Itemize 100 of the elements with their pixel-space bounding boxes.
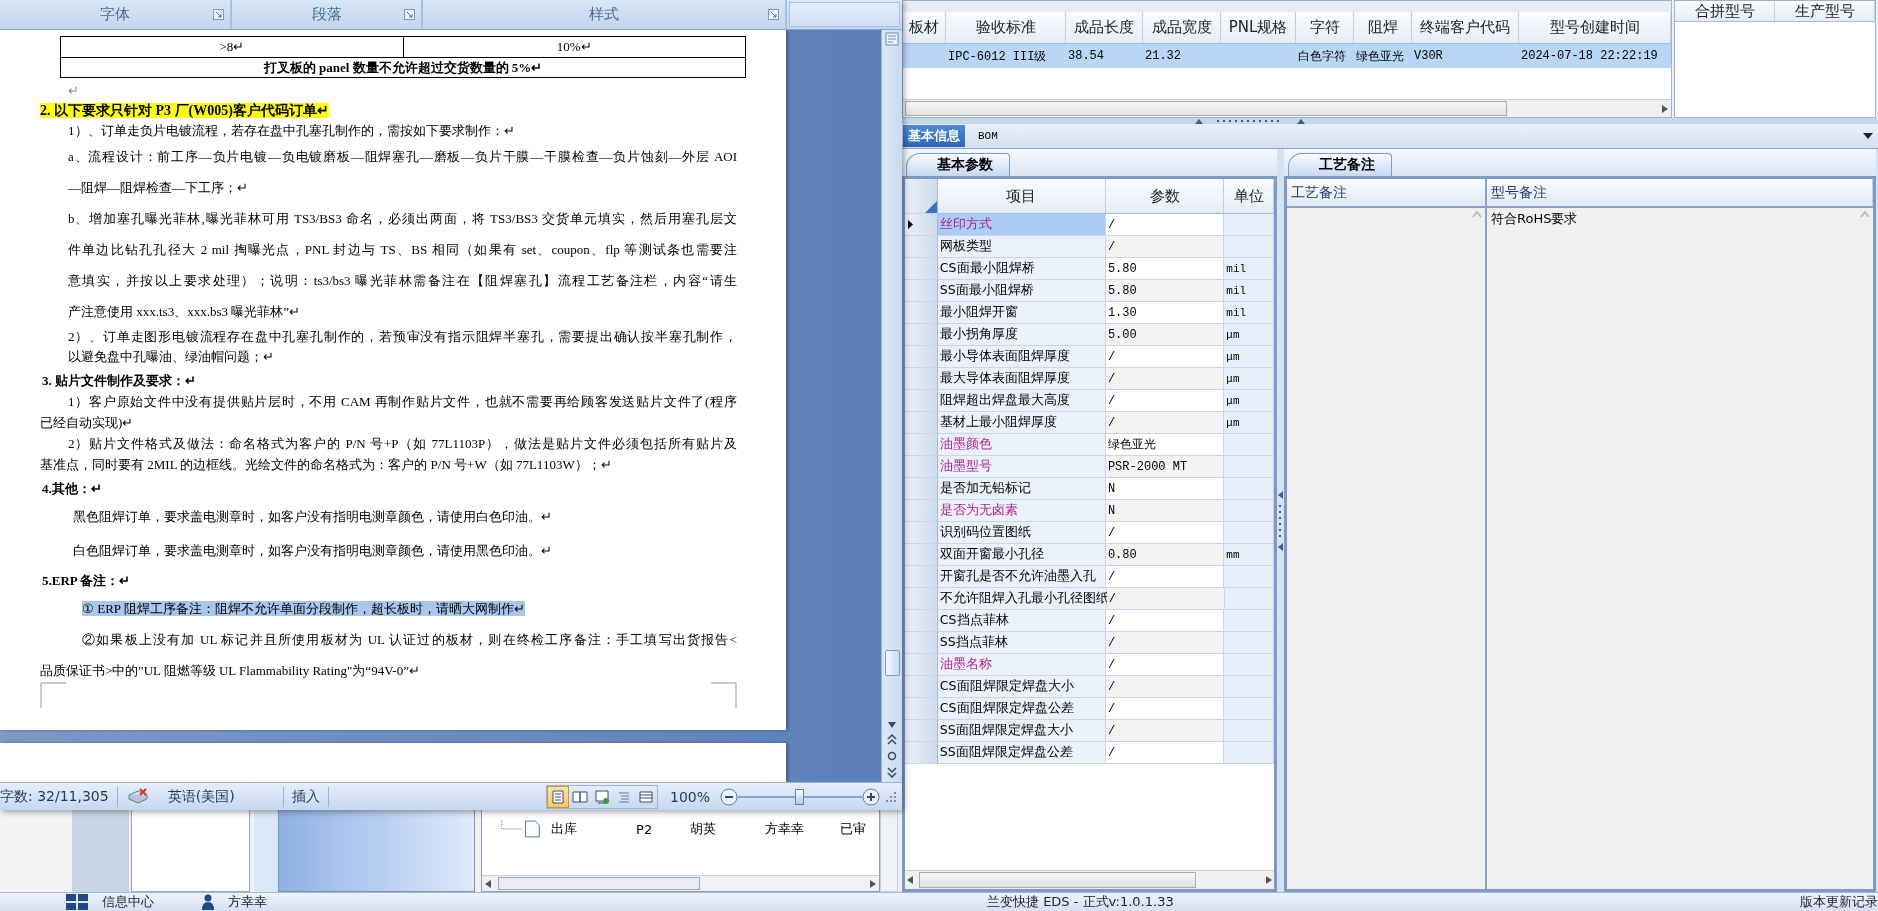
table-cell bbox=[1224, 654, 1274, 676]
status-item[interactable]: 方幸幸 bbox=[228, 893, 267, 911]
view-button[interactable] bbox=[546, 785, 569, 808]
horizontal-scrollbar[interactable] bbox=[905, 870, 1274, 889]
table-cell: / bbox=[1105, 522, 1225, 544]
word-count[interactable]: 字数: 32/11,305 bbox=[0, 787, 109, 806]
list-item[interactable]: 出库 bbox=[551, 820, 637, 838]
table-cell: μm bbox=[1224, 390, 1274, 412]
dialog-launcher-icon[interactable] bbox=[404, 9, 415, 20]
horizontal-scrollbar[interactable] bbox=[482, 875, 879, 891]
tab[interactable]: 基本参数 bbox=[906, 153, 1010, 176]
tab[interactable]: 工艺备注 bbox=[1288, 153, 1392, 176]
vertical-scrollbar[interactable] bbox=[881, 30, 902, 782]
column-header[interactable]: 成品长度 bbox=[1066, 12, 1143, 43]
table-cell: / bbox=[1105, 214, 1225, 236]
selected-paragraph: ① ERP 阻焊工序备注：阻焊不允许单面分段制作，超长板时，请晒大网制作↵ bbox=[81, 600, 526, 618]
table-cell: / bbox=[1105, 236, 1225, 258]
scroll-thumb[interactable] bbox=[905, 101, 1507, 116]
resize-grip-icon[interactable] bbox=[884, 789, 898, 804]
table-cell: SS挡点菲林 bbox=[937, 632, 1106, 654]
scroll-thumb[interactable] bbox=[919, 872, 1196, 888]
dialog-launcher-icon[interactable] bbox=[768, 9, 779, 20]
splitter-grip-icon[interactable] bbox=[1195, 118, 1305, 124]
row-header[interactable] bbox=[905, 214, 938, 236]
horizontal-scrollbar[interactable] bbox=[903, 99, 1671, 117]
zoom-in-icon[interactable] bbox=[862, 787, 880, 806]
vertical-scrollbar[interactable] bbox=[880, 809, 898, 892]
table-cell-text: IPC-6012 III级 bbox=[947, 48, 1048, 66]
table-cell: 油墨颜色 bbox=[937, 434, 1106, 456]
table-cell: 5.00 bbox=[1105, 324, 1225, 346]
column-header[interactable]: 合拼型号 bbox=[1675, 1, 1775, 21]
table-cell: 油墨型号 bbox=[937, 456, 1106, 478]
table-cell: μm bbox=[1224, 412, 1274, 434]
table-cell-text: V30R bbox=[1413, 48, 1444, 65]
grid-icon[interactable] bbox=[66, 894, 90, 910]
person-icon[interactable] bbox=[200, 894, 216, 910]
splitter-grip-icon[interactable] bbox=[1278, 490, 1283, 551]
paragraph: 2）贴片文件格式及做法：命名格式为客户的 P/N 号+P（如 77L1103P），做法是贴片文件必须包括所有贴片及 基准点，同时要有 2MIL 的边框线。光绘文件的命名格式为：客户的 P/N 号+W（如 77L1103W）；↵ bbox=[40, 435, 737, 474]
column-header[interactable]: 验收标准 bbox=[946, 12, 1066, 43]
scroll-up-icon[interactable] bbox=[1471, 210, 1483, 218]
tab[interactable]: BOM bbox=[973, 125, 1003, 147]
insert-mode-indicator[interactable]: 插入 bbox=[291, 787, 320, 806]
column-header[interactable]: PNL规格 bbox=[1221, 12, 1296, 43]
table-cell: CS挡点菲林 bbox=[937, 610, 1106, 632]
scroll-left-icon[interactable] bbox=[484, 878, 492, 889]
table-cell: mil bbox=[1224, 258, 1274, 280]
paragraph: 黑色阻焊订单，要求盖电测章时，如客户没有指明电测章颜色，请使用白色印油。↵ bbox=[72, 508, 553, 526]
subsection-heading: 3. 贴片文件制作及要求：↵ bbox=[41, 372, 197, 390]
corner-mark bbox=[40, 682, 66, 708]
zoom-level[interactable]: 100% bbox=[669, 788, 710, 805]
column-header[interactable]: 成品宽度 bbox=[1143, 12, 1221, 43]
table-cell: 5.80 bbox=[1105, 258, 1225, 280]
table-cell bbox=[1224, 632, 1274, 654]
zoom-slider[interactable] bbox=[738, 788, 862, 805]
table-cell: 基材上最小阻焊厚度 bbox=[937, 412, 1106, 434]
table-cell: / bbox=[1105, 632, 1225, 654]
table-row[interactable]: IPC-6012 III级 38.54 21.32 白色字符 绿色亚光 V30R 2024-07-18 22:22:19 bbox=[903, 44, 1671, 68]
table-cell: N bbox=[1105, 478, 1225, 500]
table-cell: / bbox=[1105, 346, 1225, 368]
scroll-thumb[interactable] bbox=[884, 650, 900, 676]
column-header[interactable]: 阻焊 bbox=[1354, 12, 1412, 43]
table-cell: 绿色亚光 bbox=[1105, 434, 1225, 456]
table-cell: 是否加无铅标记 bbox=[937, 478, 1106, 500]
table-cell: 0.80 bbox=[1105, 544, 1225, 566]
dialog-launcher-icon[interactable] bbox=[213, 9, 224, 20]
zoom-out-icon[interactable] bbox=[720, 787, 738, 806]
scroll-up-icon[interactable] bbox=[1859, 210, 1871, 218]
scroll-thumb[interactable] bbox=[498, 877, 700, 890]
table-cell: CS面阻焊限定焊盘大小 bbox=[937, 676, 1106, 698]
paragraph: b、增加塞孔曝光菲林,曝光菲林可用 TS3/BS3 命名，必须出两面，将 TS3/BS3 交货单元填实，然后用塞孔层文 件单边比钻孔孔径大 2 mil 掏曝光点，PNL 封边与 TS、BS 相同（如果有 set、coupon、flp 等测试条也需要注 意填实，并按以上要求处理）；说明：ts3/bs3 曝光菲林需备注在【阻焊塞孔】流程工艺备注栏，内容“请生 产注意使用 xxx.ts3、xxx.bs3 曝光菲林”↵ bbox=[67, 210, 737, 321]
ruler-icon[interactable] bbox=[884, 30, 900, 48]
corner-icon bbox=[924, 201, 937, 213]
section-heading: 2. 以下要求只针对 P3 厂(W005)客户代码订单↵ bbox=[40, 102, 330, 120]
scroll-right-icon[interactable] bbox=[869, 878, 877, 889]
table-cell: 最小拐角厚度 bbox=[937, 324, 1106, 346]
update-log-link[interactable]: 版本更新记录 bbox=[1800, 893, 1878, 911]
column-header[interactable]: 字符 bbox=[1296, 12, 1354, 43]
column-header: 工艺备注 bbox=[1287, 179, 1487, 206]
table-cell: μm bbox=[1224, 346, 1274, 368]
table-cell bbox=[1224, 522, 1274, 544]
column-header[interactable]: 终端客户代码 bbox=[1412, 12, 1519, 43]
row-pointer-icon bbox=[908, 220, 913, 229]
table-cell: / bbox=[1105, 698, 1225, 720]
tab[interactable]: 基本信息 bbox=[903, 125, 965, 147]
table-cell: mm bbox=[1224, 544, 1274, 566]
slider-thumb[interactable] bbox=[795, 788, 804, 805]
dropdown-arrow-icon[interactable] bbox=[1862, 132, 1874, 140]
column-header[interactable]: 板材 bbox=[903, 12, 946, 43]
table-cell-text: 白色字符 bbox=[1297, 48, 1347, 66]
scroll-left-icon[interactable] bbox=[905, 875, 915, 885]
status-item[interactable]: 信息中心 bbox=[102, 893, 154, 911]
language-indicator[interactable]: 英语(美国) bbox=[167, 787, 235, 806]
table-cell: / bbox=[1105, 720, 1225, 742]
version-label: 兰变快捷 EDS - 正式v:1.0.1.33 bbox=[987, 893, 1174, 911]
table-cell: N bbox=[1105, 500, 1225, 522]
paragraph: 白色阻焊订单，要求盖电测章时，如客户没有指明电测章颜色，请使用黑色印油。↵ bbox=[72, 542, 553, 560]
column-header[interactable]: 型号创建时间 bbox=[1519, 12, 1671, 43]
scroll-right-icon[interactable] bbox=[1264, 875, 1274, 885]
table-cell: μm bbox=[1224, 368, 1274, 390]
column-header[interactable]: 生产型号 bbox=[1775, 1, 1875, 21]
